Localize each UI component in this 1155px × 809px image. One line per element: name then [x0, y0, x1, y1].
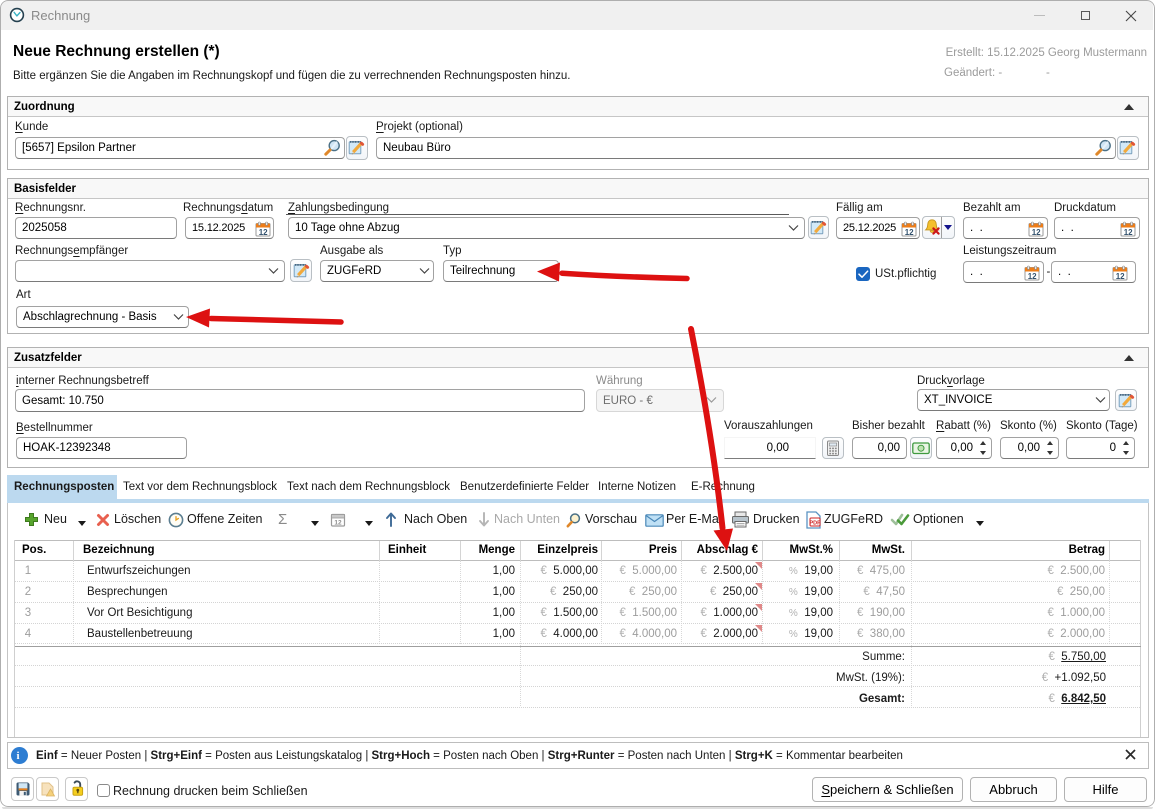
svg-text:PDF: PDF	[810, 521, 822, 527]
svg-text:12: 12	[334, 520, 342, 527]
